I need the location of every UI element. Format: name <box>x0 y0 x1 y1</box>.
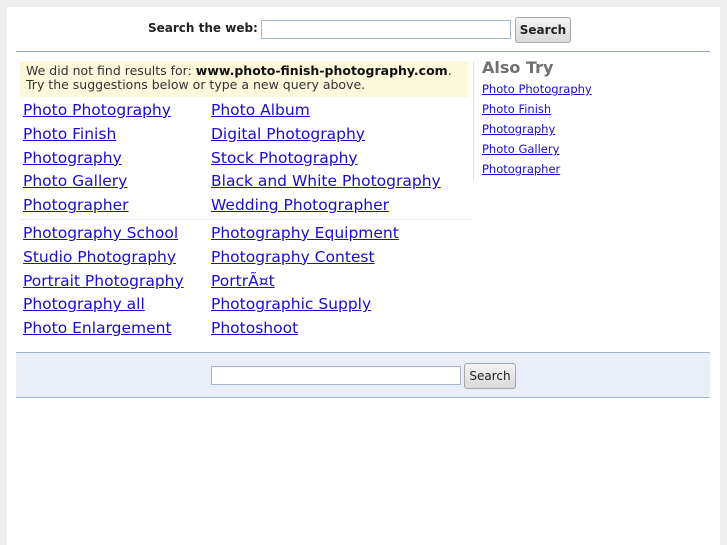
top-search-input[interactable] <box>261 20 511 39</box>
related-link[interactable]: Wedding Photographer <box>211 194 441 218</box>
also-try-link[interactable]: Photo Photography <box>482 79 712 99</box>
page: Search the web: Search We did not find r… <box>7 7 720 545</box>
related-link[interactable]: Black and White Photography <box>211 170 441 194</box>
related-link[interactable]: Stock Photography <box>211 147 441 171</box>
related-link[interactable]: Portrait Photography <box>23 270 184 294</box>
related-link[interactable]: Photo Enlargement <box>23 317 184 341</box>
group-divider <box>20 219 473 220</box>
bottom-search-input[interactable] <box>211 366 461 385</box>
related-link[interactable]: Photo Photography <box>23 99 171 123</box>
related-column-2: Photo Album Digital Photography Stock Ph… <box>211 99 441 218</box>
also-try-link[interactable]: Photo Gallery <box>482 139 712 159</box>
bottom-search-button[interactable]: Search <box>464 363 516 389</box>
top-search-form: Search the web: Search <box>7 7 720 51</box>
related-column-2: Photography Equipment Photography Contes… <box>211 222 399 341</box>
notice-query: www.photo-finish-photography.com <box>195 63 448 78</box>
related-link[interactable]: Digital Photography <box>211 123 441 147</box>
related-link[interactable]: Photography School <box>23 222 184 246</box>
related-column-1: Photo Photography Photo Finish Photograp… <box>23 99 171 218</box>
related-links-group-1: Photo Photography Photo Finish Photograp… <box>23 99 468 219</box>
search-label: Search the web: <box>148 21 258 35</box>
related-link[interactable]: Photo Finish <box>23 123 171 147</box>
notice-prefix: We did not find results for: <box>26 63 196 78</box>
also-try-link[interactable]: Photo Finish <box>482 99 712 119</box>
related-link[interactable]: Photographer <box>23 194 171 218</box>
related-link[interactable]: PortrÃ¤t <box>211 270 399 294</box>
related-link[interactable]: Photo Album <box>211 99 441 123</box>
also-try-link[interactable]: Photography <box>482 119 712 139</box>
related-link[interactable]: Photography <box>23 147 171 171</box>
related-link[interactable]: Photography Equipment <box>211 222 399 246</box>
no-results-notice: We did not find results for: www.photo-f… <box>20 61 469 97</box>
related-column-1: Photography School Studio Photography Po… <box>23 222 184 341</box>
notice-suffix: . <box>447 63 452 78</box>
notice-line2: Try the suggestions below or type a new … <box>26 77 366 92</box>
related-link[interactable]: Photoshoot <box>211 317 399 341</box>
top-search-button[interactable]: Search <box>515 17 571 43</box>
bottom-search-bar: Search <box>16 352 710 398</box>
related-link[interactable]: Photographic Supply <box>211 293 399 317</box>
related-link[interactable]: Studio Photography <box>23 246 184 270</box>
related-link[interactable]: Photo Gallery <box>23 170 171 194</box>
top-divider <box>16 51 710 52</box>
sidebar-divider <box>473 61 474 181</box>
related-link[interactable]: Photography Contest <box>211 246 399 270</box>
related-link[interactable]: Photography all <box>23 293 184 317</box>
related-links-group-2: Photography School Studio Photography Po… <box>23 222 468 342</box>
also-try-link[interactable]: Photographer <box>482 159 712 179</box>
also-try-title: Also Try <box>482 58 554 77</box>
also-try-sidebar: Also Try Photo Photography Photo Finish … <box>482 57 712 179</box>
